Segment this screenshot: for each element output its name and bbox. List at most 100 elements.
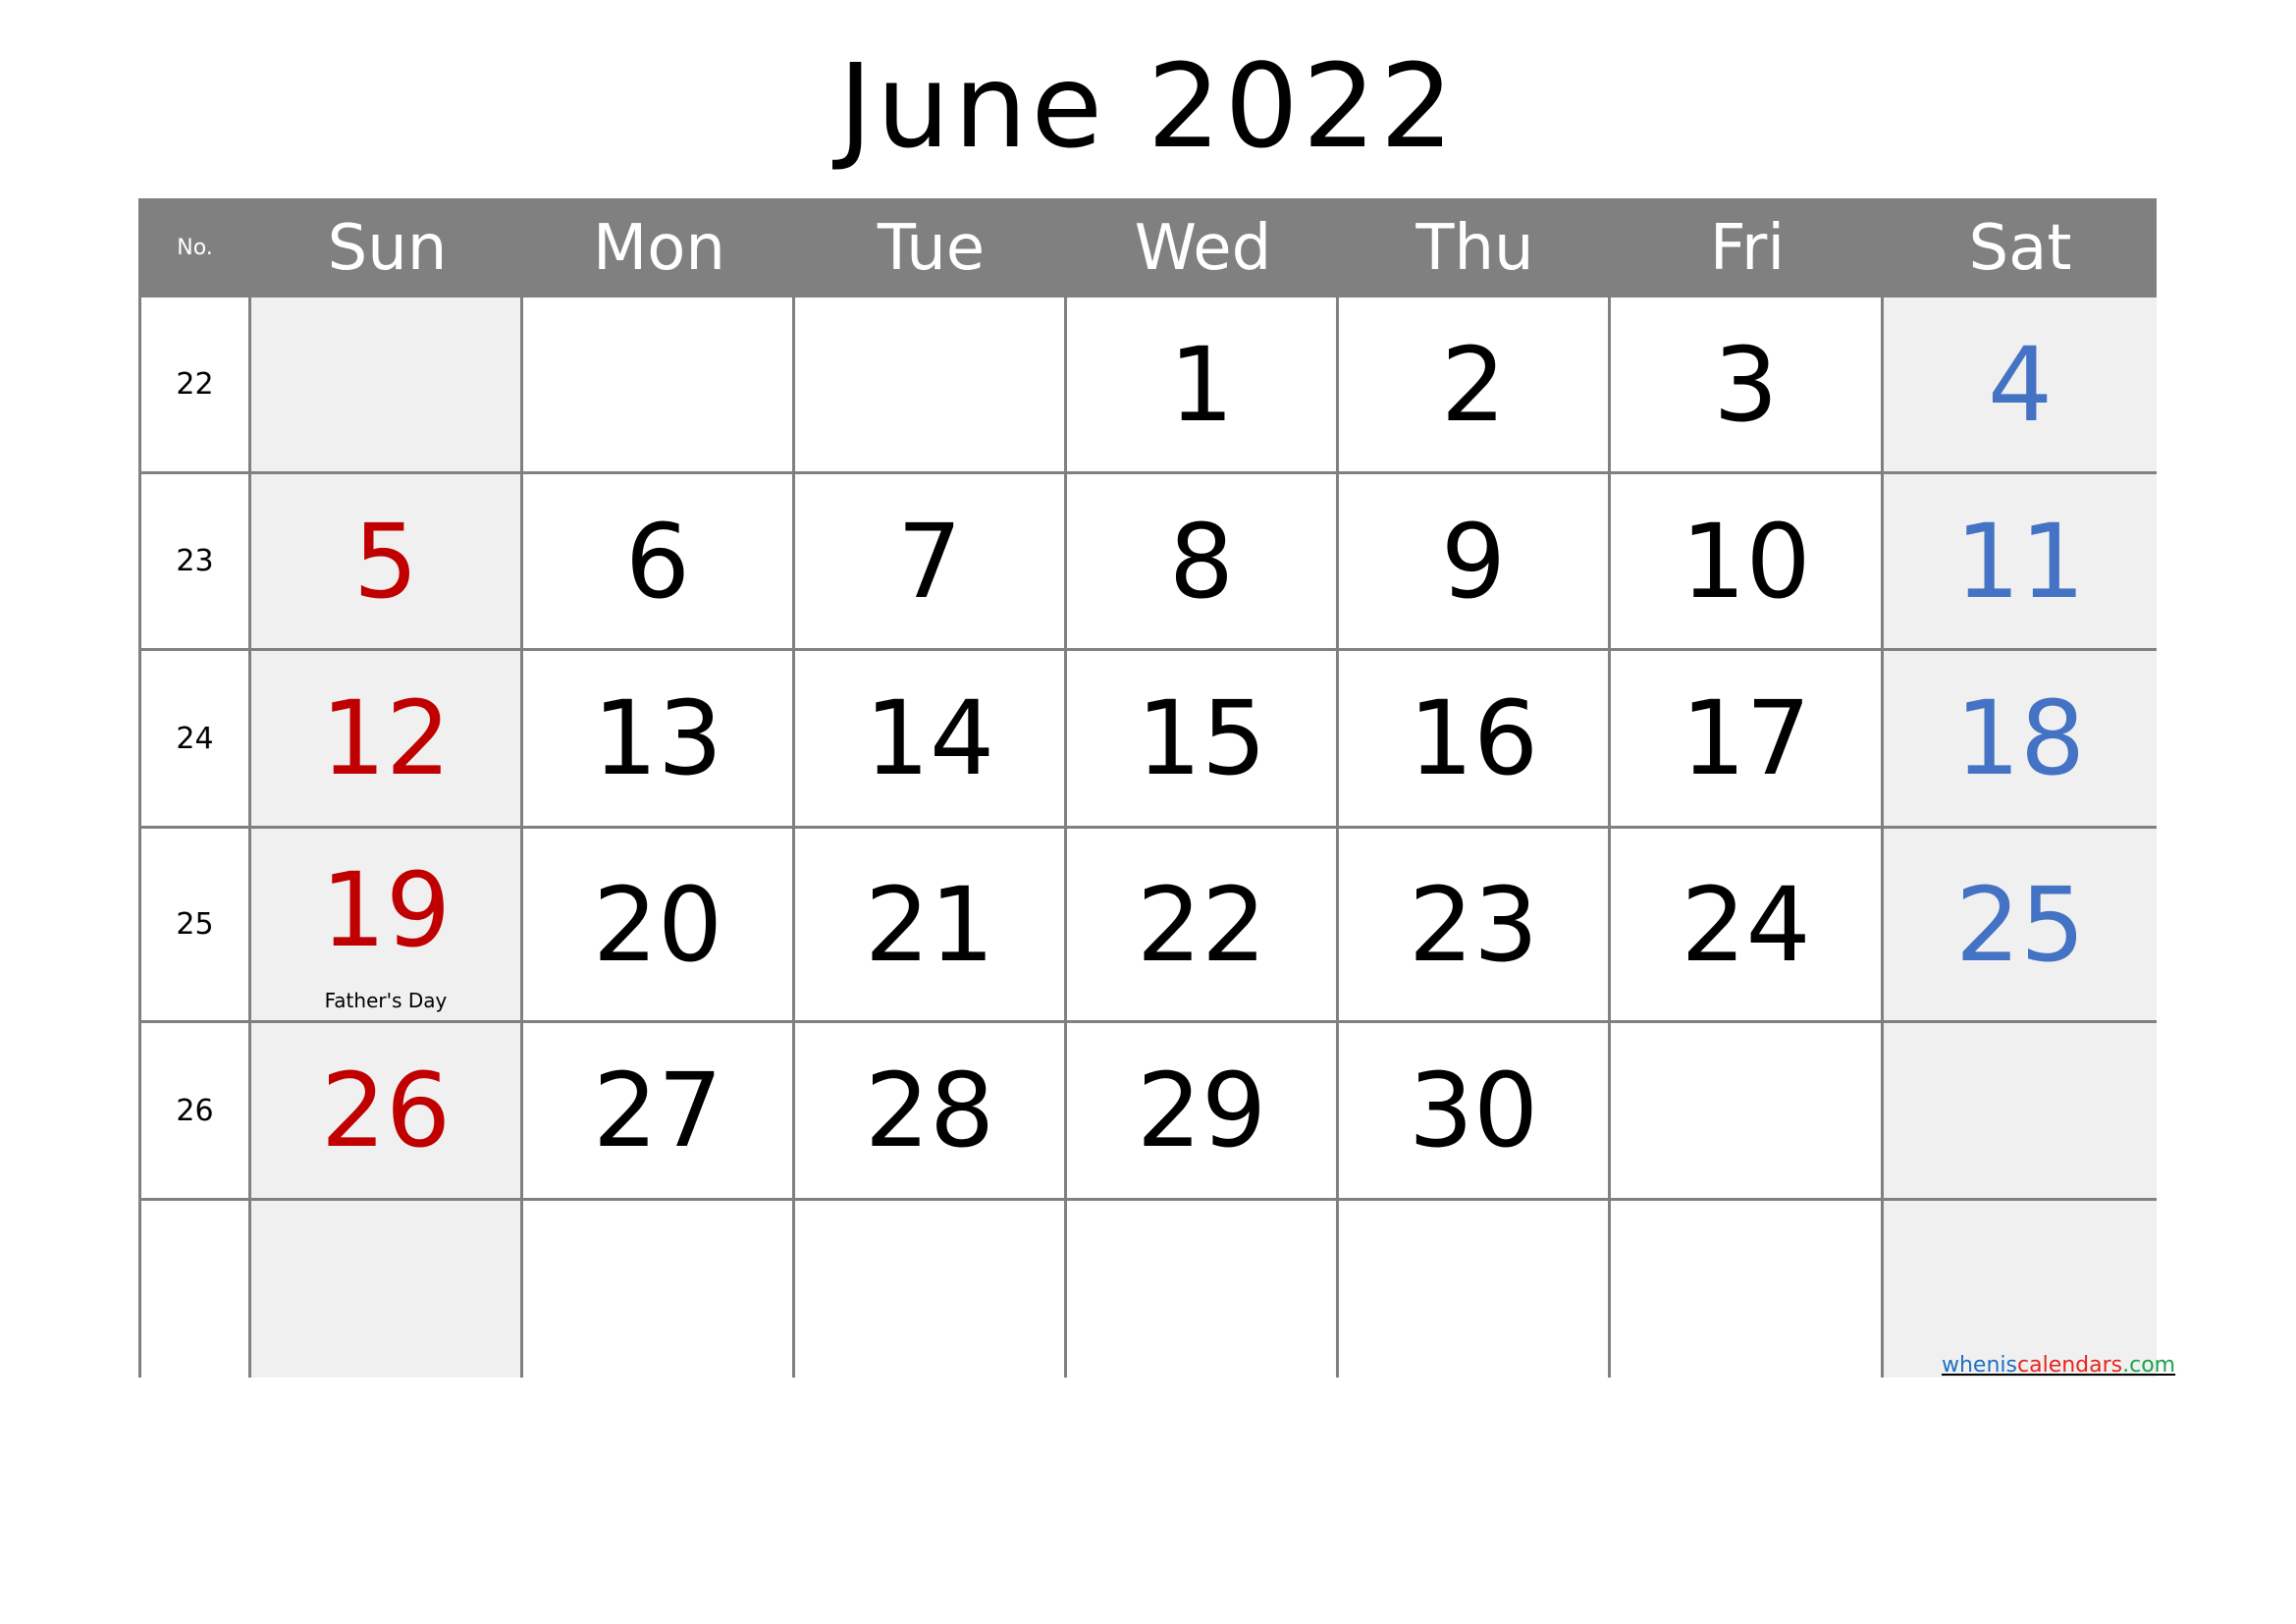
day-number: 1 [1168,324,1235,445]
day-cell[interactable]: 25 [1884,829,2157,1023]
day-cell[interactable]: 10 [1611,474,1884,651]
day-number: 28 [864,1051,995,1170]
day-cell[interactable]: 3 [1611,298,1884,474]
day-cell[interactable]: 30 [1339,1023,1611,1201]
day-number: 27 [592,1051,723,1170]
day-cell[interactable]: 11 [1884,474,2157,651]
day-number [1067,1201,1336,1378]
day-number: 4 [1987,324,2054,445]
day-number: 5 [352,501,419,622]
day-number [523,1201,792,1378]
day-cell[interactable]: 8 [1067,474,1339,651]
day-cell[interactable]: 28 [795,1023,1067,1201]
day-number: 21 [864,864,995,985]
week-number: 23 [176,544,214,578]
day-number [1339,1201,1608,1378]
watermark-part-2: calendars [2017,1353,2123,1378]
day-cell[interactable]: 7 [795,474,1067,651]
day-number: 18 [1954,678,2086,798]
day-cell[interactable]: 2 [1339,298,1611,474]
day-number: 13 [592,678,723,798]
week-number: 22 [176,367,214,402]
week-number [141,1201,248,1378]
day-number [1611,1023,1881,1198]
day-cell[interactable]: 13 [523,651,795,829]
day-cell [1884,1023,2157,1201]
day-cell [1339,1201,1611,1378]
day-number: 24 [1681,864,1811,985]
day-cell[interactable]: 1 [1067,298,1339,474]
week-number: 26 [176,1093,214,1128]
day-number [795,298,1064,471]
day-number [251,298,520,471]
day-cell[interactable]: 22 [1067,829,1339,1023]
day-number: 2 [1440,324,1507,445]
day-cell [1067,1201,1339,1378]
day-cell [1884,1201,2157,1378]
day-cell[interactable]: 5 [251,474,523,651]
day-cell[interactable]: 21 [795,829,1067,1023]
day-cell [251,1201,523,1378]
day-cell[interactable]: 6 [523,474,795,651]
day-number: 16 [1408,678,1539,798]
day-number [1884,1023,2157,1198]
day-number: 19 [320,849,452,970]
day-cell [795,298,1067,474]
holiday-label: Father's Day [324,989,448,1012]
watermark-link[interactable]: wheniscalendars.com [1942,1353,2175,1378]
day-cell [251,298,523,474]
day-cell [1611,1201,1884,1378]
day-number: 30 [1408,1051,1539,1170]
day-number: 22 [1136,864,1267,985]
day-cell[interactable]: 16 [1339,651,1611,829]
calendar-title: June 2022 [838,38,1458,174]
week-number-cell: 23 [141,474,251,651]
day-cell [795,1201,1067,1378]
day-number: 26 [320,1051,452,1170]
day-cell[interactable]: 26 [251,1023,523,1201]
day-cell[interactable]: 29 [1067,1023,1339,1201]
day-number [523,298,792,471]
week-number: 25 [176,907,214,942]
day-cell [523,298,795,474]
day-number: 11 [1954,501,2086,622]
watermark-part-1: whenis [1942,1353,2017,1378]
day-cell[interactable]: 15 [1067,651,1339,829]
day-cell[interactable]: 4 [1884,298,2157,474]
week-number-cell: 24 [141,651,251,829]
day-number: 12 [320,678,452,798]
day-number: 20 [592,864,723,985]
day-cell[interactable]: 23 [1339,829,1611,1023]
day-number [795,1201,1064,1378]
week-number-cell: 22 [141,298,251,474]
watermark-part-3: .com [2122,1353,2176,1378]
day-number: 25 [1954,864,2086,985]
day-cell[interactable]: 14 [795,651,1067,829]
day-number: 10 [1681,501,1811,622]
day-cell [523,1201,795,1378]
day-number: 14 [864,678,995,798]
day-cell[interactable]: 18 [1884,651,2157,829]
day-cell[interactable]: 24 [1611,829,1884,1023]
day-number: 8 [1168,501,1235,622]
day-cell[interactable]: 19 Father's Day [251,829,523,1023]
day-number: 23 [1408,864,1539,985]
day-number: 17 [1681,678,1811,798]
day-number [1611,1201,1881,1378]
day-number: 9 [1440,501,1507,622]
day-cell[interactable]: 17 [1611,651,1884,829]
day-number: 3 [1713,324,1779,445]
day-number [251,1201,520,1378]
day-number: 6 [624,501,691,622]
day-cell[interactable]: 9 [1339,474,1611,651]
day-number: 7 [896,501,963,622]
week-number-cell: 26 [141,1023,251,1201]
day-cell[interactable]: 20 [523,829,795,1023]
week-number-cell [141,1201,251,1378]
day-number: 15 [1136,678,1267,798]
week-number: 24 [176,721,214,756]
day-cell[interactable]: 27 [523,1023,795,1201]
week-number-cell: 25 [141,829,251,1023]
day-number: 29 [1136,1051,1267,1170]
day-cell[interactable]: 12 [251,651,523,829]
